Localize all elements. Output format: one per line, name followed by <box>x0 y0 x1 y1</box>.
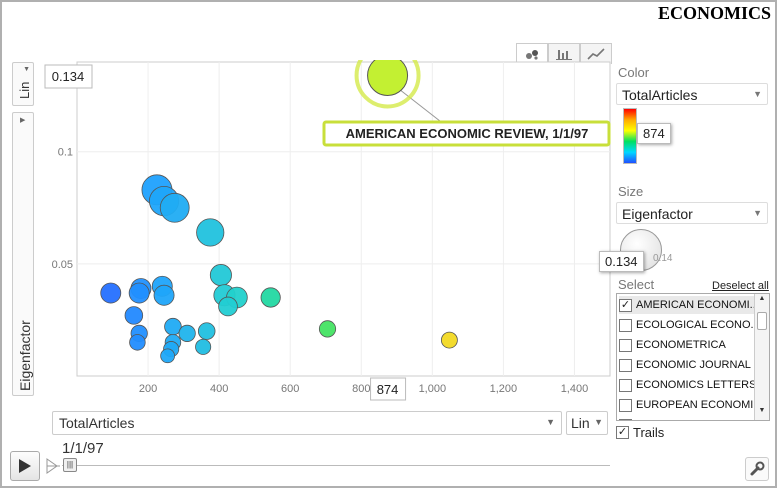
color-variable-selector[interactable]: TotalArticles ▼ <box>616 83 768 105</box>
data-point[interactable] <box>197 322 216 340</box>
y-scale-label: Lin <box>17 81 32 99</box>
chevron-down-icon: ▼ <box>546 417 555 427</box>
list-item-checkbox[interactable] <box>619 318 632 332</box>
data-point[interactable] <box>124 306 144 325</box>
list-item[interactable]: ECOLOGICAL ECONO... <box>619 316 755 334</box>
x-scale-label: Lin <box>571 415 590 431</box>
y-tick-label: 0.05 <box>52 259 73 271</box>
y-variable-label: Eigenfactor <box>17 320 33 391</box>
list-item-label: ECONOMICS LETTERS <box>636 379 755 391</box>
data-point[interactable] <box>159 192 190 223</box>
x-readout: 874 <box>377 382 399 397</box>
chevron-down-icon: ▼ <box>23 66 30 73</box>
list-item-label: EUROPEAN ECONOMI... <box>636 399 755 411</box>
scroll-down-icon[interactable]: ▼ <box>755 407 769 419</box>
list-item-label: ECONOMIC JOURNAL <box>636 359 751 371</box>
list-item-checkbox[interactable] <box>619 358 632 372</box>
list-item[interactable]: ECONOMETRICA <box>619 336 755 354</box>
x-tick-label: 1,200 <box>490 383 518 395</box>
x-tick-label: 1,000 <box>419 383 447 395</box>
list-item[interactable]: GAMES AND ECONO... <box>619 416 755 420</box>
tooltip-text: AMERICAN ECONOMIC REVIEW, 1/1/97 <box>346 126 589 141</box>
data-point[interactable] <box>260 287 281 308</box>
size-legend-min: 0.14 <box>653 253 673 264</box>
x-tick-label: 200 <box>139 383 157 395</box>
scroll-up-icon[interactable]: ▲ <box>755 295 769 307</box>
chevron-down-icon: ▼ <box>753 89 762 99</box>
list-item-checkbox[interactable] <box>619 338 632 352</box>
x-tick-label: 800 <box>352 383 370 395</box>
size-label: Size <box>618 184 644 199</box>
data-point[interactable] <box>153 284 175 306</box>
chevron-down-icon: ▼ <box>753 208 762 218</box>
current-date: 1/1/97 <box>62 440 104 457</box>
x-tick-label: 600 <box>281 383 299 395</box>
data-point[interactable] <box>440 331 458 349</box>
list-item[interactable]: ECONOMIC JOURNAL <box>619 356 755 374</box>
page-title: ECONOMICS <box>657 3 771 23</box>
x-tick-label: 400 <box>210 383 228 395</box>
y-variable-selector[interactable]: ▶ Eigenfactor <box>12 112 34 396</box>
chevron-down-icon: ▼ <box>594 417 603 427</box>
color-label: Color <box>618 65 650 80</box>
data-point[interactable] <box>129 334 146 351</box>
color-variable-label: TotalArticles <box>622 87 698 103</box>
list-item-label: GAMES AND ECONO... <box>636 419 754 420</box>
plot-area[interactable] <box>76 61 611 377</box>
scroll-thumb[interactable] <box>757 312 767 330</box>
list-item-label: AMERICAN ECONOMI... <box>636 299 755 311</box>
trails-toggle[interactable]: ✓ Trails <box>616 425 664 440</box>
color-legend-bar <box>623 108 637 164</box>
wrench-icon <box>750 461 765 476</box>
data-point[interactable] <box>218 296 238 317</box>
list-item-label: ECOLOGICAL ECONO... <box>636 319 755 331</box>
list-item-checkbox[interactable]: ✓ <box>619 298 632 312</box>
time-slider-track[interactable] <box>62 465 610 466</box>
data-point[interactable] <box>209 264 232 287</box>
x-scale-selector[interactable]: Lin ▼ <box>566 411 608 435</box>
bubble-chart[interactable]: 200 400 600 800 1,000 1,200 1,400 0.05 0.1 AMERIC… <box>40 60 614 405</box>
list-item-checkbox[interactable] <box>619 398 632 412</box>
trails-checkbox[interactable]: ✓ <box>616 426 629 439</box>
data-point[interactable] <box>196 218 225 247</box>
bubble-chart-icon <box>526 50 538 60</box>
data-point-highlighted[interactable] <box>367 60 409 96</box>
x-tick-label: 1,400 <box>561 383 589 395</box>
play-icon <box>19 459 31 473</box>
settings-button[interactable] <box>745 457 769 481</box>
chevron-right-icon: ▶ <box>20 117 26 124</box>
bar-chart-icon <box>556 50 572 60</box>
x-variable-label: TotalArticles <box>59 415 135 431</box>
select-label: Select <box>618 277 655 292</box>
trails-label: Trails <box>633 425 665 440</box>
step-icon[interactable] <box>45 456 61 476</box>
size-readout: 0.134 <box>599 251 644 272</box>
list-item-checkbox[interactable] <box>619 418 632 420</box>
line-chart-icon <box>587 48 605 60</box>
x-variable-selector[interactable]: TotalArticles ▼ <box>52 411 562 435</box>
data-point[interactable] <box>128 282 150 304</box>
data-point[interactable] <box>100 282 122 304</box>
size-variable-selector[interactable]: Eigenfactor ▼ <box>616 202 768 224</box>
time-slider-handle[interactable]: ||| <box>63 458 77 472</box>
entity-select-list[interactable]: GAMES AND ECONO... EUROPEAN ECONOMI... ECO… <box>616 293 770 421</box>
y-scale-selector[interactable]: ▼ Lin <box>12 62 34 106</box>
y-readout: 0.134 <box>52 69 85 84</box>
play-button[interactable] <box>10 451 40 481</box>
y-tick-label: 0.1 <box>58 147 73 159</box>
color-readout: 874 <box>637 123 671 144</box>
size-variable-label: Eigenfactor <box>622 206 693 222</box>
list-item[interactable]: ECONOMICS LETTERS <box>619 376 755 394</box>
deselect-all-link[interactable]: Deselect all <box>712 280 769 292</box>
data-point[interactable] <box>195 338 212 355</box>
data-point[interactable] <box>160 348 175 364</box>
list-item[interactable]: EUROPEAN ECONOMI... <box>619 396 755 414</box>
list-scrollbar[interactable]: ▲ ▼ <box>754 294 769 420</box>
list-item[interactable]: ✓ AMERICAN ECONOMI... <box>619 296 755 314</box>
list-item-checkbox[interactable] <box>619 378 632 392</box>
list-item-label: ECONOMETRICA <box>636 339 726 351</box>
data-point[interactable] <box>178 324 196 342</box>
data-point[interactable] <box>318 320 337 338</box>
